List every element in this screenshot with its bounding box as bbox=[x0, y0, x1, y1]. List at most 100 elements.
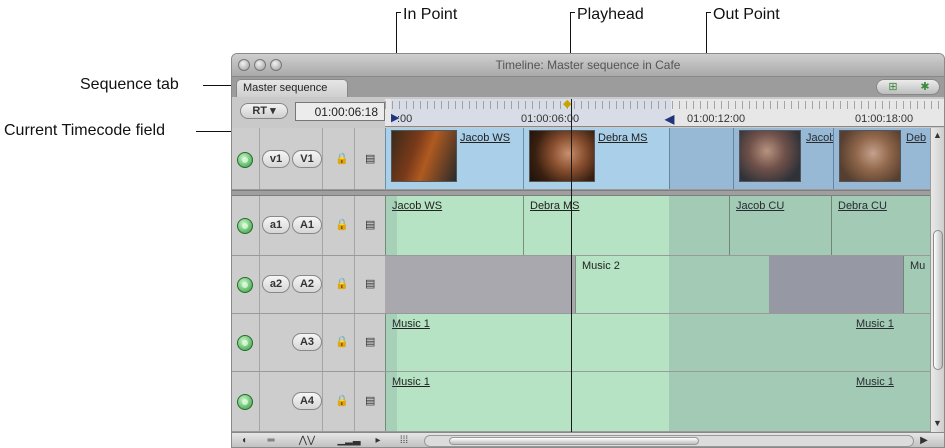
playhead-leader-tick bbox=[570, 12, 575, 13]
clip-music-2[interactable]: Music 2 bbox=[575, 256, 769, 313]
disclosure-arrow-icon[interactable]: ▸ bbox=[372, 434, 384, 447]
control-separator bbox=[259, 196, 260, 255]
source-control-a1[interactable]: a1 bbox=[262, 216, 290, 234]
window-title: Timeline: Master sequence in Cafe bbox=[495, 58, 681, 72]
tracks-area: v1 V1 🔒 ▤ Jacob WS Debra MS Jacob Deb a1… bbox=[232, 128, 932, 432]
ruler-label-0: :00 bbox=[397, 113, 413, 125]
clip-gap-audio bbox=[769, 256, 903, 313]
auto-select-icon[interactable]: ▤ bbox=[365, 337, 377, 348]
keyframe-graph-icon[interactable]: ⋀⋁ bbox=[290, 434, 324, 447]
scroll-up-arrow-icon[interactable]: ▲ bbox=[933, 130, 942, 140]
auto-select-icon[interactable]: ▤ bbox=[365, 220, 377, 231]
track-visibility-v1-icon[interactable] bbox=[237, 152, 253, 168]
clip-thumbnail bbox=[839, 130, 901, 182]
out-point-leader-tick bbox=[706, 12, 711, 13]
clip-debra-ms-audio[interactable]: Debra MS bbox=[523, 196, 729, 255]
clip-thumbnail bbox=[391, 130, 457, 182]
track-controls-a4: A4 🔒 ▤ bbox=[232, 372, 385, 432]
vertical-scroll-thumb[interactable] bbox=[933, 230, 943, 370]
control-separator bbox=[354, 256, 355, 313]
snapping-icon[interactable]: ⊞ bbox=[877, 80, 909, 94]
clip-jacob-ws-video[interactable]: Jacob WS bbox=[385, 128, 523, 189]
sequence-tab[interactable]: Master sequence bbox=[236, 79, 348, 97]
clip-label: Debra CU bbox=[838, 200, 887, 212]
lock-icon[interactable]: 🔒 bbox=[335, 396, 349, 407]
destination-control-a1[interactable]: A1 bbox=[292, 216, 322, 234]
timeline-ruler[interactable]: ▶ :00 01:00:06:00 ◆ ◀ 01:00:12:00 01:00:… bbox=[385, 99, 944, 127]
control-separator bbox=[259, 256, 260, 313]
clip-jacob-video[interactable]: Jacob bbox=[733, 128, 833, 189]
clip-music-partial[interactable]: Mu bbox=[903, 256, 932, 313]
out-point-callout: Out Point bbox=[713, 6, 780, 23]
zoom-slider-icon[interactable]: ⁞⁞⁞ bbox=[386, 434, 422, 447]
track-controls-a3: A3 🔒 ▤ bbox=[232, 314, 385, 372]
scroll-down-arrow-icon[interactable]: ▼ bbox=[933, 418, 942, 428]
source-control-v1[interactable]: v1 bbox=[262, 150, 290, 168]
clip-deb-video[interactable]: Deb bbox=[833, 128, 932, 189]
track-controls-a1: a1 A1 🔒 ▤ bbox=[232, 196, 385, 256]
linking-icon[interactable]: ✱ bbox=[909, 80, 941, 94]
destination-control-a2[interactable]: A2 bbox=[292, 275, 322, 293]
snapping-linking-controls: ⊞ ✱ bbox=[876, 79, 940, 95]
playhead-line[interactable] bbox=[571, 99, 572, 437]
auto-select-icon[interactable]: ▤ bbox=[365, 396, 377, 407]
clip-label: Jacob bbox=[806, 132, 833, 144]
track-audible-a3-icon[interactable] bbox=[237, 335, 253, 351]
clip-gap-video bbox=[669, 128, 733, 189]
clip-label: Jacob WS bbox=[460, 132, 511, 144]
track-controls-v1: v1 V1 🔒 ▤ bbox=[232, 128, 385, 190]
control-separator bbox=[322, 256, 323, 313]
track-audible-a1-icon[interactable] bbox=[237, 218, 253, 234]
clip-label: Jacob WS bbox=[392, 200, 443, 212]
track-controls-a2: a2 A2 🔒 ▤ bbox=[232, 256, 385, 314]
clip-gap-audio bbox=[385, 256, 575, 313]
track-audible-a4-icon[interactable] bbox=[237, 394, 253, 410]
title-bar[interactable]: Timeline: Master sequence in Cafe bbox=[232, 54, 944, 77]
rt-menu-button[interactable]: RT ▾ bbox=[240, 103, 288, 119]
chevron-down-icon: ▾ bbox=[270, 105, 276, 117]
control-separator bbox=[259, 128, 260, 189]
lock-icon[interactable]: 🔒 bbox=[335, 154, 349, 165]
lock-icon[interactable]: 🔒 bbox=[335, 220, 349, 231]
control-separator bbox=[259, 314, 260, 371]
auto-select-icon[interactable]: ▤ bbox=[365, 154, 377, 165]
clip-label: Mu bbox=[910, 260, 926, 272]
scroll-right-arrow-icon[interactable]: ▶ bbox=[918, 434, 930, 447]
clip-overlays-icon[interactable]: ═ bbox=[256, 434, 286, 447]
in-point-leader-tick bbox=[396, 12, 401, 13]
clip-thumbnail bbox=[529, 130, 595, 182]
clip-label: Deb bbox=[906, 132, 927, 144]
sequence-tab-callout: Sequence tab bbox=[80, 76, 179, 93]
clip-music-1-a3[interactable]: Music 1 Music 1 bbox=[385, 314, 932, 371]
lock-icon[interactable]: 🔒 bbox=[335, 279, 349, 290]
track-lane-a2: Music 2 Mu bbox=[385, 256, 932, 314]
auto-select-icon[interactable]: ▤ bbox=[365, 279, 377, 290]
source-control-a2[interactable]: a2 bbox=[262, 275, 290, 293]
playhead-callout: Playhead bbox=[577, 6, 644, 23]
track-audible-a2-icon[interactable] bbox=[237, 277, 253, 293]
clip-label: Music 1 bbox=[392, 376, 430, 388]
current-timecode-field[interactable]: 01:00:06:18 bbox=[295, 102, 385, 121]
ruler-ticks bbox=[385, 101, 944, 109]
clip-label: Debra MS bbox=[598, 132, 648, 144]
lock-icon[interactable]: 🔒 bbox=[335, 337, 349, 348]
vertical-scrollbar[interactable]: ▲ ▼ bbox=[930, 128, 944, 433]
track-height-icon[interactable]: ▁▂▃ bbox=[328, 434, 370, 447]
control-separator bbox=[322, 314, 323, 371]
clip-jacob-ws-audio[interactable]: Jacob WS bbox=[385, 196, 523, 255]
out-point-marker-icon[interactable]: ◀ bbox=[665, 113, 674, 125]
destination-control-v1[interactable]: V1 bbox=[292, 150, 322, 168]
clip-debra-cu-audio[interactable]: Debra CU bbox=[831, 196, 932, 255]
horizontal-scrollbar[interactable] bbox=[424, 435, 914, 447]
control-separator bbox=[354, 372, 355, 431]
clip-music-1-a4[interactable]: Music 1 Music 1 bbox=[385, 372, 932, 431]
clip-jacob-cu-audio[interactable]: Jacob CU bbox=[729, 196, 831, 255]
destination-control-a3[interactable]: A3 bbox=[292, 333, 322, 351]
horizontal-scroll-thumb[interactable] bbox=[449, 437, 699, 445]
audio-toggle-icon[interactable]: ◖ bbox=[236, 434, 252, 447]
destination-control-a4[interactable]: A4 bbox=[292, 392, 322, 410]
clip-label: Debra MS bbox=[530, 200, 580, 212]
bottom-toolbar: ◖ ═ ⋀⋁ ▁▂▃ ▸ ⁞⁞⁞ ▶ bbox=[232, 432, 944, 447]
ruler-label-2: 01:00:12:00 bbox=[687, 113, 746, 125]
clip-debra-ms-video[interactable]: Debra MS bbox=[523, 128, 669, 189]
